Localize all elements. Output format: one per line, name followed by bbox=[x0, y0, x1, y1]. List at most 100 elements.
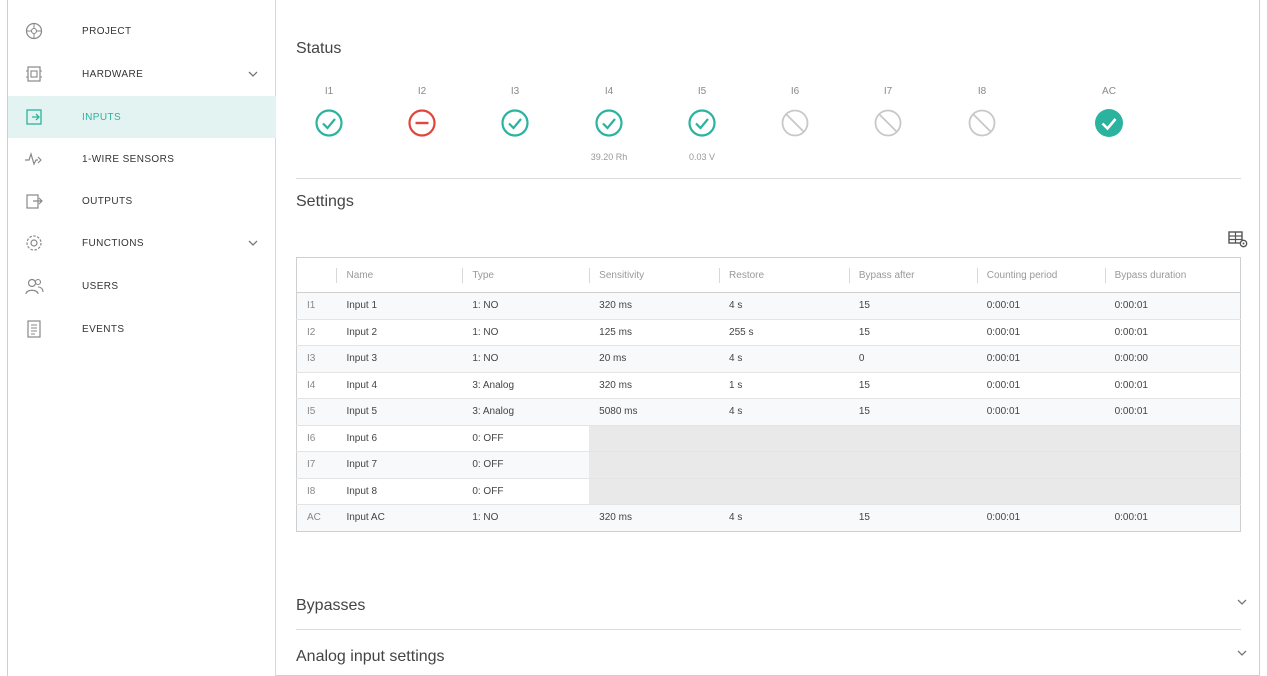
column-header[interactable]: Name bbox=[336, 257, 463, 293]
cell-bypass-duration[interactable]: 0:00:01 bbox=[1104, 372, 1241, 399]
cell-bypass-after[interactable]: 15 bbox=[848, 292, 977, 320]
sidebar-item-events[interactable]: EVENTS bbox=[8, 308, 276, 350]
cell-counting-period[interactable] bbox=[976, 478, 1105, 505]
cell-bypass-after[interactable] bbox=[848, 478, 977, 505]
cell-counting-period[interactable]: 0:00:01 bbox=[976, 319, 1105, 346]
cell-bypass-after[interactable]: 15 bbox=[848, 319, 977, 346]
chevron-down-icon[interactable] bbox=[246, 236, 260, 250]
cell-bypass-duration[interactable] bbox=[1104, 478, 1241, 505]
cell-counting-period[interactable]: 0:00:01 bbox=[976, 372, 1105, 399]
cell-type[interactable]: 1: NO bbox=[462, 345, 590, 373]
table-row[interactable]: I5 Input 5 3: Analog 5080 ms 4 s 15 0:00:01 0:0… bbox=[296, 398, 1241, 426]
table-row[interactable]: I7 Input 7 0: OFF bbox=[296, 451, 1241, 479]
cell-name[interactable]: Input 7 bbox=[336, 451, 463, 479]
chevron-down-icon[interactable] bbox=[1235, 646, 1249, 660]
cell-counting-period[interactable]: 0:00:01 bbox=[976, 345, 1105, 373]
column-header[interactable]: Type bbox=[462, 257, 590, 293]
cell-type[interactable]: 3: Analog bbox=[462, 372, 590, 399]
cell-bypass-after[interactable]: 15 bbox=[848, 372, 977, 399]
status-item: I5 0.03 V bbox=[672, 86, 732, 162]
bypasses-section[interactable]: Bypasses bbox=[277, 587, 1260, 627]
cell-counting-period[interactable]: 0:00:01 bbox=[976, 292, 1105, 320]
sidebar-item-functions[interactable]: FUNCTIONS bbox=[8, 222, 276, 264]
cell-bypass-after[interactable]: 0 bbox=[848, 345, 977, 373]
cell-restore[interactable]: 4 s bbox=[719, 345, 849, 373]
table-row[interactable]: AC Input AC 1: NO 320 ms 4 s 15 0:00:01 0:00:01 bbox=[296, 504, 1241, 531]
sidebar-item-project[interactable]: PROJECT bbox=[8, 10, 276, 52]
cell-restore[interactable] bbox=[719, 425, 849, 452]
chevron-down-icon[interactable] bbox=[246, 67, 260, 81]
cell-bypass-after[interactable] bbox=[848, 425, 977, 452]
cell-restore[interactable]: 4 s bbox=[719, 398, 849, 426]
cell-bypass-duration[interactable]: 0:00:01 bbox=[1104, 292, 1241, 320]
cell-name[interactable]: Input 3 bbox=[336, 345, 463, 373]
cell-name[interactable]: Input AC bbox=[336, 504, 463, 531]
check-circle-icon bbox=[314, 108, 344, 138]
cell-sensitivity[interactable] bbox=[589, 478, 720, 505]
cell-sensitivity[interactable] bbox=[589, 451, 720, 479]
cell-sensitivity[interactable]: 320 ms bbox=[589, 292, 720, 320]
cell-counting-period[interactable]: 0:00:01 bbox=[976, 504, 1105, 531]
chevron-down-icon[interactable] bbox=[1235, 595, 1249, 609]
table-row[interactable]: I8 Input 8 0: OFF bbox=[296, 478, 1241, 505]
cell-name[interactable]: Input 6 bbox=[336, 425, 463, 452]
column-header[interactable]: Sensitivity bbox=[589, 257, 720, 293]
cell-name[interactable]: Input 2 bbox=[336, 319, 463, 346]
sidebar-item-inputs[interactable]: INPUTS bbox=[8, 96, 276, 138]
table-row[interactable]: I1 Input 1 1: NO 320 ms 4 s 15 0:00:01 0:00:01 bbox=[296, 292, 1241, 320]
table-row[interactable]: I4 Input 4 3: Analog 320 ms 1 s 15 0:00:01 0:00… bbox=[296, 372, 1241, 399]
analog-settings-section[interactable]: Analog input settings bbox=[277, 638, 1260, 676]
cell-restore[interactable]: 255 s bbox=[719, 319, 849, 346]
cell-type[interactable]: 1: NO bbox=[462, 319, 590, 346]
cell-bypass-duration[interactable]: 0:00:01 bbox=[1104, 319, 1241, 346]
sidebar-item-hardware[interactable]: HARDWARE bbox=[8, 53, 276, 95]
column-header[interactable]: Restore bbox=[719, 257, 849, 293]
cell-bypass-duration[interactable]: 0:00:00 bbox=[1104, 345, 1241, 373]
status-input-label: I5 bbox=[697, 86, 707, 97]
cell-restore[interactable] bbox=[719, 478, 849, 505]
cell-bypass-duration[interactable] bbox=[1104, 451, 1241, 479]
sidebar-item-outputs[interactable]: OUTPUTS bbox=[8, 180, 276, 222]
cell-name[interactable]: Input 4 bbox=[336, 372, 463, 399]
cell-restore[interactable]: 4 s bbox=[719, 292, 849, 320]
cell-bypass-after[interactable] bbox=[848, 451, 977, 479]
cell-bypass-after[interactable]: 15 bbox=[848, 398, 977, 426]
cell-id: AC bbox=[296, 504, 337, 531]
cell-name[interactable]: Input 8 bbox=[336, 478, 463, 505]
cell-name[interactable]: Input 1 bbox=[336, 292, 463, 320]
cell-type[interactable]: 3: Analog bbox=[462, 398, 590, 426]
column-header[interactable]: Bypass duration bbox=[1104, 257, 1241, 293]
column-header[interactable]: Counting period bbox=[976, 257, 1105, 293]
cell-type[interactable]: 0: OFF bbox=[462, 451, 590, 479]
cell-bypass-duration[interactable]: 0:00:01 bbox=[1104, 504, 1241, 531]
cell-sensitivity[interactable]: 5080 ms bbox=[589, 398, 720, 426]
sidebar-item-1-wire-sensors[interactable]: 1-WIRE SENSORS bbox=[8, 138, 276, 180]
cell-type[interactable]: 1: NO bbox=[462, 504, 590, 531]
cell-restore[interactable]: 4 s bbox=[719, 504, 849, 531]
cell-restore[interactable]: 1 s bbox=[719, 372, 849, 399]
cell-sensitivity[interactable]: 320 ms bbox=[589, 504, 720, 531]
cell-type[interactable]: 0: OFF bbox=[462, 425, 590, 452]
cell-sensitivity[interactable] bbox=[589, 425, 720, 452]
cell-bypass-after[interactable]: 15 bbox=[848, 504, 977, 531]
cell-counting-period[interactable] bbox=[976, 451, 1105, 479]
cell-type[interactable]: 1: NO bbox=[462, 292, 590, 320]
cell-sensitivity[interactable]: 320 ms bbox=[589, 372, 720, 399]
cell-sensitivity[interactable]: 125 ms bbox=[589, 319, 720, 346]
hardware-icon bbox=[24, 64, 44, 84]
table-row[interactable]: I6 Input 6 0: OFF bbox=[296, 425, 1241, 452]
column-header[interactable]: Bypass after bbox=[848, 257, 977, 293]
cell-bypass-duration[interactable] bbox=[1104, 425, 1241, 452]
table-row[interactable]: I2 Input 2 1: NO 125 ms 255 s 15 0:00:01 0:00:0… bbox=[296, 319, 1241, 346]
sidebar-item-users[interactable]: USERS bbox=[8, 265, 276, 307]
cell-type[interactable]: 0: OFF bbox=[462, 478, 590, 505]
cell-sensitivity[interactable]: 20 ms bbox=[589, 345, 720, 373]
cell-name[interactable]: Input 5 bbox=[336, 398, 463, 426]
cell-counting-period[interactable]: 0:00:01 bbox=[976, 398, 1105, 426]
cell-restore[interactable] bbox=[719, 451, 849, 479]
table-row[interactable]: I3 Input 3 1: NO 20 ms 4 s 0 0:00:01 0:00:00 bbox=[296, 345, 1241, 373]
cell-bypass-duration[interactable]: 0:00:01 bbox=[1104, 398, 1241, 426]
sidebar-item-label: OUTPUTS bbox=[82, 195, 133, 207]
cell-counting-period[interactable] bbox=[976, 425, 1105, 452]
table-settings-icon[interactable] bbox=[1227, 228, 1249, 250]
